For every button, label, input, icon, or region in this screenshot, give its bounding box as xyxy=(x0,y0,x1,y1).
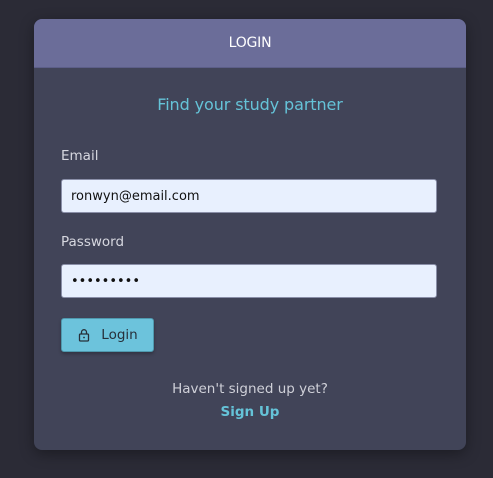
login-card: LOGIN Find your study partner Email Pass… xyxy=(34,19,466,450)
tagline: Find your study partner xyxy=(157,95,343,114)
card-header: LOGIN xyxy=(34,19,466,68)
email-field[interactable] xyxy=(61,179,437,213)
password-field[interactable] xyxy=(61,264,437,298)
card-title: LOGIN xyxy=(228,35,272,51)
signup-prompt: Haven't signed up yet? xyxy=(172,381,328,397)
login-button[interactable]: Login xyxy=(61,318,154,352)
signup-link[interactable]: Sign Up xyxy=(34,404,466,420)
email-label: Email xyxy=(61,148,99,164)
login-button-label: Login xyxy=(101,327,138,343)
password-label: Password xyxy=(61,234,125,250)
lock-icon xyxy=(77,328,91,342)
